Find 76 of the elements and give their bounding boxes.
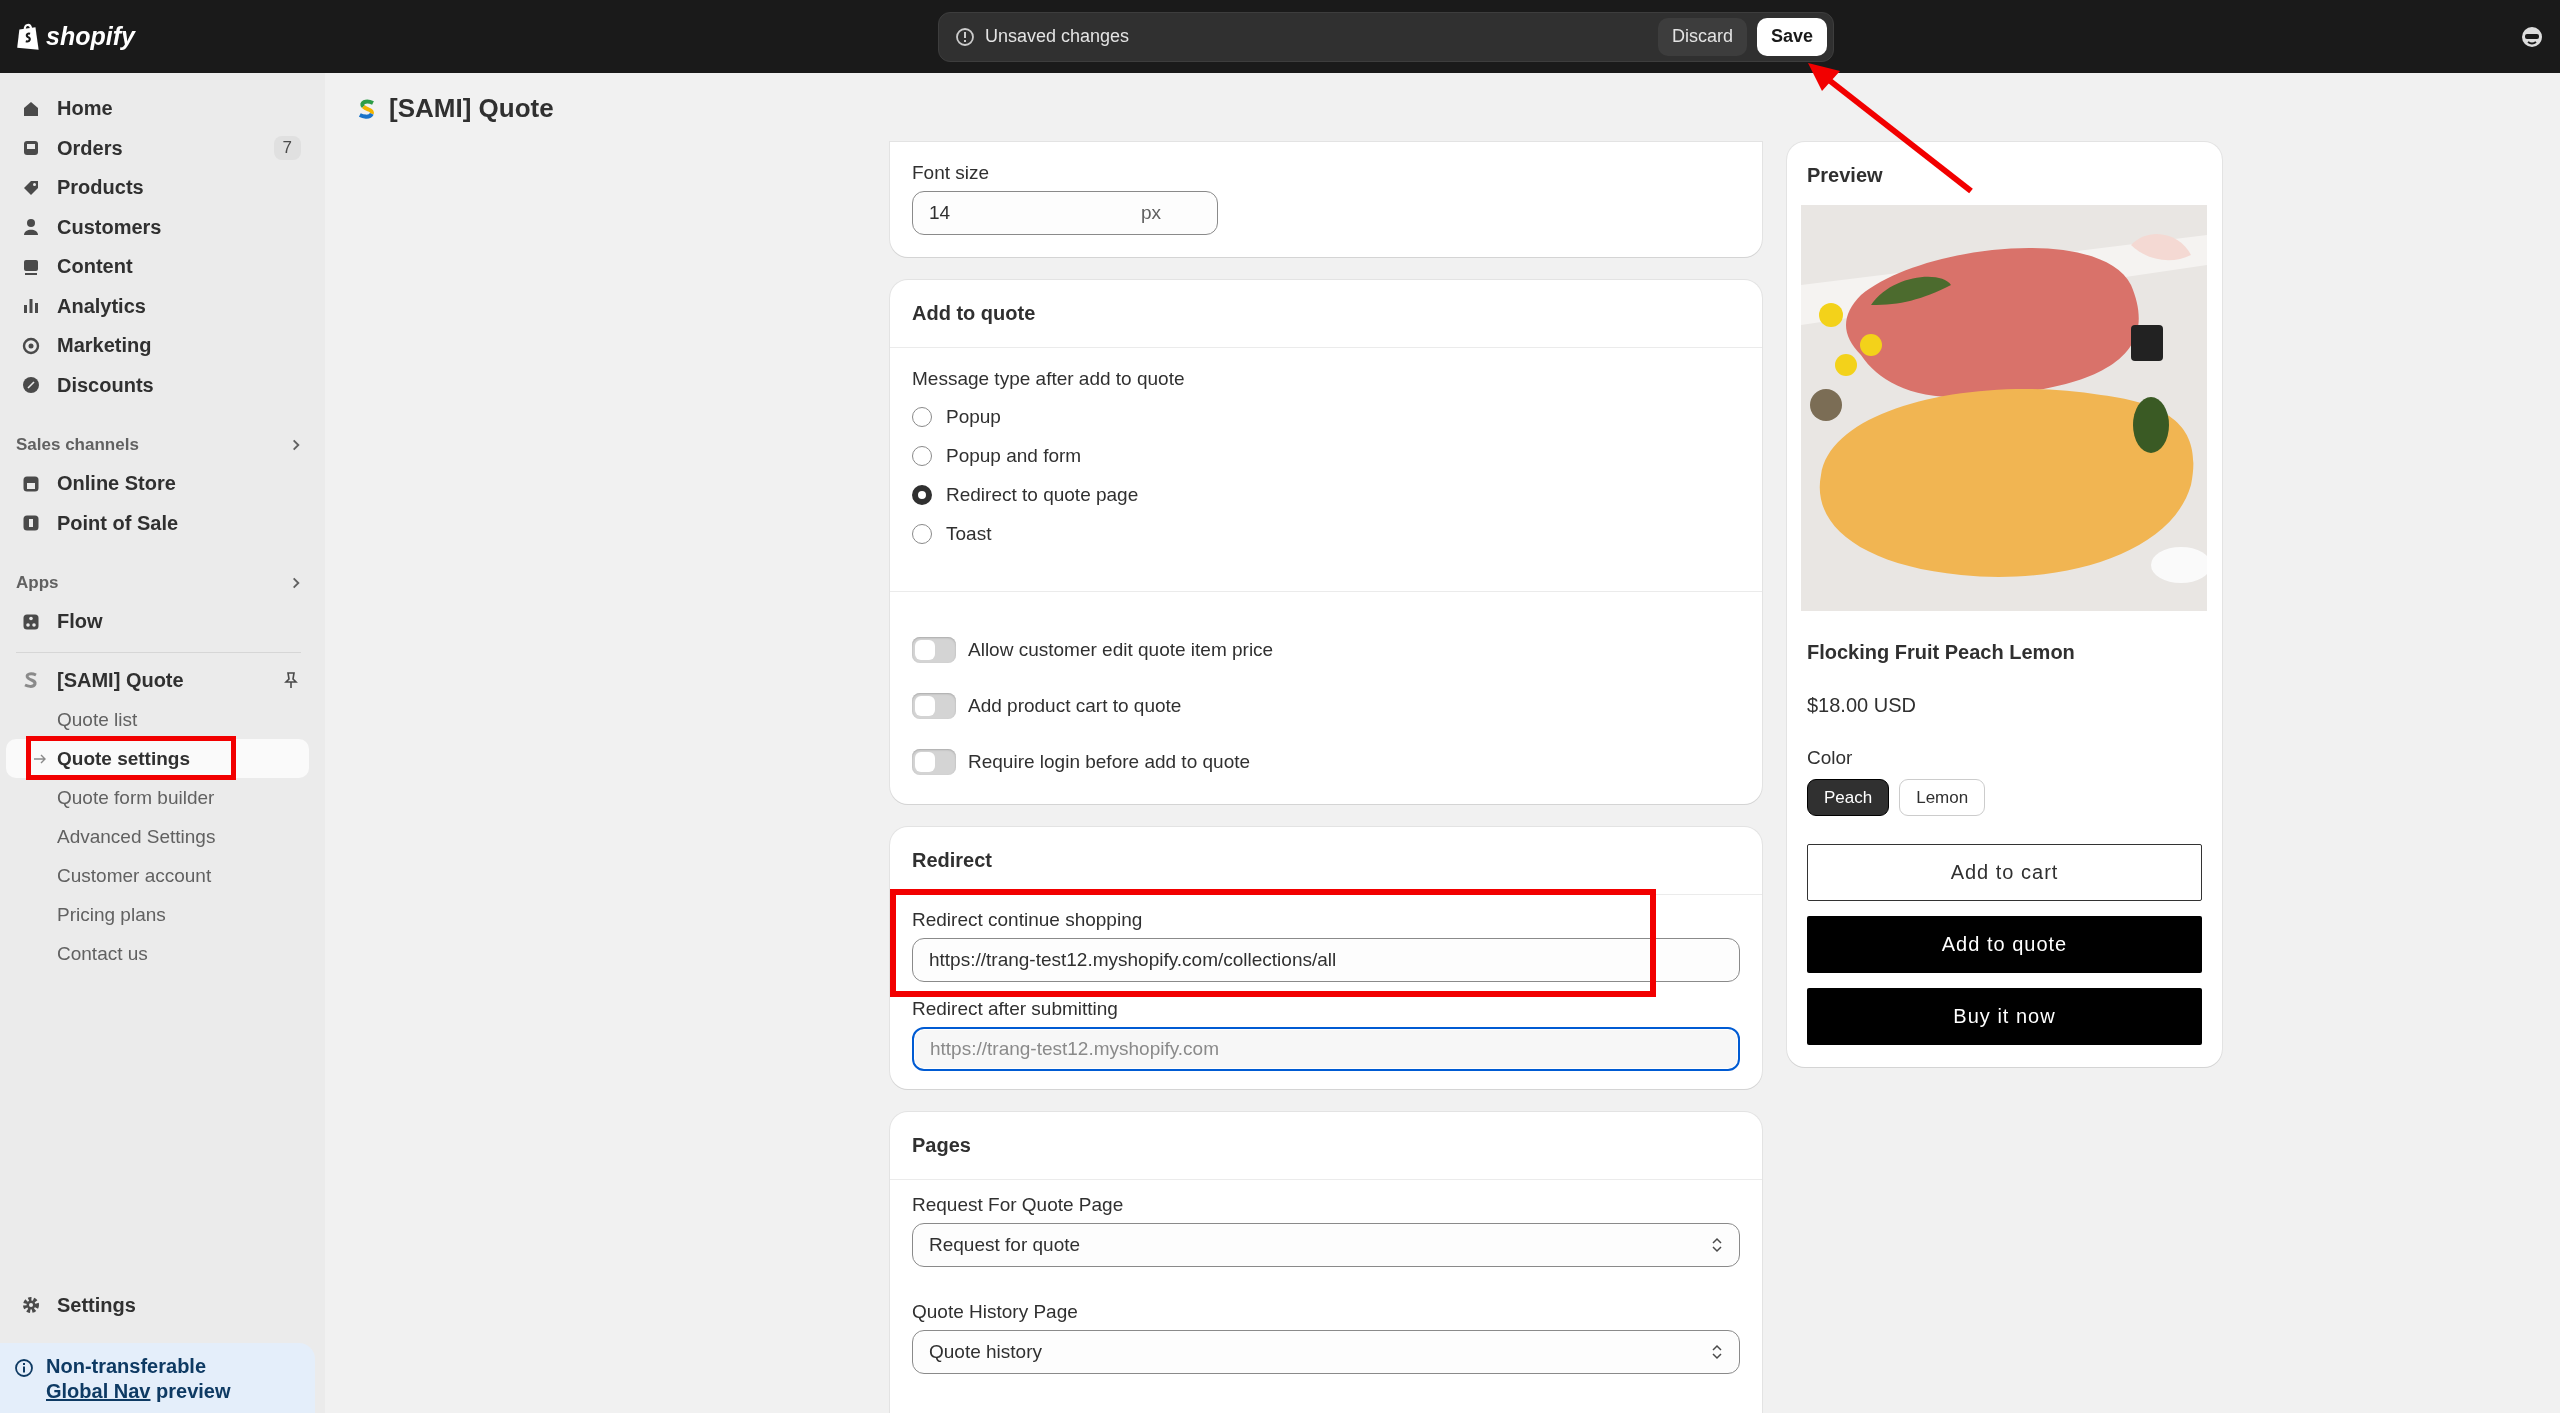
card-title: Pages xyxy=(912,1134,972,1157)
radio-label[interactable]: Toast xyxy=(946,522,992,545)
nav-item[interactable]: Flow xyxy=(0,602,325,642)
discard-button[interactable]: Discard xyxy=(1657,17,1747,56)
action-button[interactable]: Buy it now xyxy=(1807,988,2202,1045)
field-label: Redirect after submitting xyxy=(912,998,1119,1020)
nav-item[interactable]: Online Store xyxy=(0,464,325,504)
nav-item[interactable]: Discounts xyxy=(0,365,325,405)
toggle-switch[interactable] xyxy=(912,637,956,663)
info-icon xyxy=(14,1358,34,1378)
radio-button[interactable] xyxy=(912,484,932,505)
person-icon xyxy=(21,217,41,238)
nav-subitem[interactable]: Customer account xyxy=(6,856,309,895)
arrow-icon xyxy=(33,753,47,764)
unsaved-message: Unsaved changes xyxy=(985,26,1130,47)
toggle-label: Add product cart to quote xyxy=(968,695,1182,717)
section-heading: Sales channels xyxy=(16,434,139,455)
toggle-label: Allow customer edit quote item price xyxy=(968,639,1274,661)
add-to-cart-button[interactable]: Add to cart xyxy=(1807,844,2202,901)
radio-label[interactable]: Popup and form xyxy=(946,444,1082,467)
page-select[interactable]: Quote history xyxy=(912,1330,1740,1374)
page-select[interactable]: Request for quote xyxy=(912,1223,1740,1267)
banner-text: preview xyxy=(156,1380,231,1402)
toggle-switch[interactable] xyxy=(912,749,956,775)
field-label: Font size xyxy=(912,162,991,184)
logo-text: shopify xyxy=(46,22,135,51)
nav-item[interactable]: Analytics xyxy=(0,286,325,326)
nav-item[interactable]: Customers xyxy=(0,207,325,247)
nav-item[interactable]: Settings xyxy=(0,1285,325,1325)
card-title: Preview xyxy=(1807,164,1884,187)
nav-item[interactable]: Content xyxy=(0,247,325,287)
nav-subitem[interactable]: Quote list xyxy=(6,700,309,739)
action-button[interactable]: Add to quote xyxy=(1807,916,2202,973)
page-title: [SAMI] Quote xyxy=(389,93,554,124)
banner-link[interactable]: Global Nav xyxy=(46,1380,151,1402)
variant-button[interactable]: Lemon xyxy=(1899,779,1986,816)
count-badge: 7 xyxy=(273,136,301,161)
radio-label[interactable]: Redirect to quote page xyxy=(946,483,1139,506)
nav-subitem[interactable]: Contact us xyxy=(6,934,309,973)
field-label: Quote History Page xyxy=(912,1301,1079,1323)
variant-button[interactable]: Peach xyxy=(1807,779,1890,816)
pin-icon[interactable] xyxy=(281,670,301,691)
target-icon xyxy=(21,335,41,356)
nav-subitem[interactable]: Advanced Settings xyxy=(6,817,309,856)
select-caret-icon xyxy=(1711,1343,1723,1361)
product-price: $18.00 USD xyxy=(1807,694,1917,717)
shopping-bag-icon xyxy=(16,21,42,52)
product-name: Flocking Fruit Peach Lemon xyxy=(1807,641,2076,664)
alert-icon xyxy=(955,26,975,47)
radio-label[interactable]: Popup xyxy=(946,405,1001,428)
nav-item[interactable]: Orders 7 xyxy=(0,128,325,168)
unit-suffix: px xyxy=(1140,202,1161,224)
settings-icon xyxy=(21,1295,41,1316)
card-title: Add to quote xyxy=(912,302,1037,325)
toggle-label: Require login before add to quote xyxy=(968,751,1251,773)
app-name[interactable]: [SAMI] Quote xyxy=(57,668,184,692)
save-button[interactable]: Save xyxy=(1756,17,1827,56)
card-title: Redirect xyxy=(912,849,994,872)
url-field[interactable]: https://trang-test12.myshopify.com xyxy=(912,1027,1740,1071)
nav-subitem[interactable]: Quote form builder xyxy=(6,778,309,817)
font-size-field[interactable]: 14 px xyxy=(912,191,1218,235)
field-label: Request For Quote Page xyxy=(912,1194,1125,1216)
section-heading: Apps xyxy=(16,572,59,593)
nav-subitem[interactable]: Pricing plans xyxy=(6,895,309,934)
nav-subitem[interactable]: Quote settings xyxy=(6,739,309,778)
nav-item[interactable]: Marketing xyxy=(0,326,325,366)
field-label: Message type after add to quote xyxy=(912,368,1186,390)
nav-item[interactable]: Point of Sale xyxy=(0,503,325,543)
field-label: Redirect continue shopping xyxy=(912,909,1144,931)
url-field[interactable]: https://trang-test12.myshopify.com/collections/all xyxy=(912,938,1740,982)
nav-item[interactable]: Products xyxy=(0,168,325,208)
toggle-switch[interactable] xyxy=(912,693,956,719)
banner-title: Non-transferable xyxy=(46,1355,208,1378)
option-label: Color xyxy=(1807,747,1854,769)
select-caret-icon xyxy=(1711,1236,1723,1254)
nav-item[interactable]: Home xyxy=(0,89,325,129)
